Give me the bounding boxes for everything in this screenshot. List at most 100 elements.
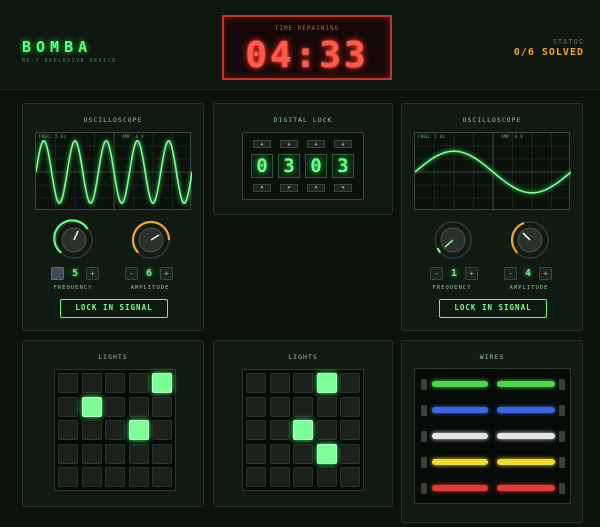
lock-in-signal-button[interactable]: LOCK IN SIGNAL	[439, 299, 547, 318]
digit-4-down-button[interactable]: ▼	[334, 184, 352, 192]
light-cell[interactable]	[58, 467, 78, 487]
light-cell[interactable]	[81, 373, 102, 393]
wire[interactable]	[432, 433, 488, 439]
light-cell[interactable]	[293, 467, 313, 487]
wire[interactable]	[432, 407, 488, 413]
light-cell[interactable]	[293, 443, 313, 464]
light-cell[interactable]	[105, 396, 125, 417]
light-cell[interactable]	[340, 443, 360, 464]
digit-2-down-button[interactable]: ▼	[280, 184, 298, 192]
amplitude-increment-button[interactable]: +	[160, 267, 173, 280]
light-cell[interactable]	[81, 396, 102, 417]
wire[interactable]	[497, 381, 555, 387]
light-cell[interactable]	[316, 396, 337, 417]
status: STATUS 0/6 SOLVED	[514, 38, 584, 58]
digit-4-up-button[interactable]: ▲	[334, 140, 352, 148]
light-cell[interactable]	[316, 373, 337, 393]
amplitude-increment-button[interactable]: +	[539, 267, 552, 280]
light-cell[interactable]	[152, 467, 172, 487]
amplitude-decrement-button[interactable]: -	[125, 267, 138, 280]
light-cell[interactable]	[128, 396, 149, 417]
light-cell[interactable]	[340, 396, 360, 417]
light-cell[interactable]	[81, 443, 102, 464]
light-cell[interactable]	[269, 443, 290, 464]
frequency-value: 1	[450, 268, 458, 279]
light-cell[interactable]	[152, 373, 172, 393]
brand-subtitle: MK-7 EXPLOSIVE DEVICE	[22, 58, 117, 64]
light-cell[interactable]	[105, 467, 125, 487]
light-cell[interactable]	[58, 396, 78, 417]
light-cell[interactable]	[269, 467, 290, 487]
wire-terminal-right	[559, 483, 565, 494]
light-cell[interactable]	[269, 373, 290, 393]
lock-digit-1: 0	[251, 154, 273, 178]
digit-2-up-button[interactable]: ▲	[280, 140, 298, 148]
amplitude-label: AMPLITUDE	[130, 285, 170, 291]
module-title: OSCILLOSCOPE	[83, 116, 143, 124]
light-cell[interactable]	[81, 420, 102, 440]
digit-3-up-button[interactable]: ▲	[307, 140, 325, 148]
frequency-stepper: 5 +	[51, 267, 99, 280]
module-title: LIGHTS	[98, 353, 128, 361]
light-cell[interactable]	[128, 373, 149, 393]
light-cell[interactable]	[152, 396, 172, 417]
light-cell[interactable]	[152, 420, 172, 440]
wire[interactable]	[432, 485, 488, 491]
light-cell[interactable]	[105, 373, 125, 393]
frequency-decrement-button[interactable]	[51, 267, 64, 280]
light-cell[interactable]	[246, 373, 266, 393]
wire[interactable]	[497, 485, 555, 491]
lock-in-signal-button[interactable]: LOCK IN SIGNAL	[60, 299, 168, 318]
frequency-decrement-button[interactable]: -	[430, 267, 443, 280]
light-cell[interactable]	[58, 420, 78, 440]
light-cell[interactable]	[269, 420, 290, 440]
light-cell[interactable]	[246, 396, 266, 417]
lock-digit-4: 3	[332, 154, 354, 178]
light-cell[interactable]	[316, 443, 337, 464]
waveform-svg	[415, 133, 571, 211]
frequency-knob[interactable]	[430, 217, 476, 263]
wire-terminal-left	[421, 457, 427, 468]
amplitude-knob[interactable]	[128, 217, 174, 263]
light-cell[interactable]	[246, 420, 266, 440]
light-cell[interactable]	[340, 373, 360, 393]
amplitude-decrement-button[interactable]: -	[504, 267, 517, 280]
wire[interactable]	[497, 407, 555, 413]
header: BOMBA MK-7 EXPLOSIVE DEVICE TIME REMAINI…	[0, 0, 600, 90]
light-cell[interactable]	[128, 443, 149, 464]
light-cell[interactable]	[293, 396, 313, 417]
light-cell[interactable]	[293, 373, 313, 393]
wire-terminal-left	[421, 405, 427, 416]
digit-3-down-button[interactable]: ▼	[307, 184, 325, 192]
light-cell[interactable]	[105, 420, 125, 440]
light-cell[interactable]	[293, 420, 313, 440]
frequency-knob[interactable]	[51, 217, 97, 263]
wires-module: WIRES	[401, 340, 583, 523]
digit-1-up-button[interactable]: ▲	[253, 140, 271, 148]
digit-1-down-button[interactable]: ▼	[253, 184, 271, 192]
wire[interactable]	[497, 433, 555, 439]
light-cell[interactable]	[128, 467, 149, 487]
wire-terminal-left	[421, 379, 427, 390]
light-cell[interactable]	[316, 467, 337, 487]
wire[interactable]	[497, 459, 555, 465]
wire[interactable]	[432, 381, 488, 387]
light-cell[interactable]	[58, 373, 78, 393]
lock-digit-3: 0	[305, 154, 327, 178]
light-cell[interactable]	[128, 420, 149, 440]
light-cell[interactable]	[340, 467, 360, 487]
light-cell[interactable]	[58, 443, 78, 464]
frequency-increment-button[interactable]: +	[86, 267, 99, 280]
amplitude-value: 6	[145, 268, 153, 279]
light-cell[interactable]	[316, 420, 337, 440]
amplitude-knob[interactable]	[507, 217, 553, 263]
wire[interactable]	[432, 459, 488, 465]
light-cell[interactable]	[269, 396, 290, 417]
light-cell[interactable]	[105, 443, 125, 464]
light-cell[interactable]	[340, 420, 360, 440]
frequency-increment-button[interactable]: +	[465, 267, 478, 280]
light-cell[interactable]	[81, 467, 102, 487]
light-cell[interactable]	[152, 443, 172, 464]
light-cell[interactable]	[246, 467, 266, 487]
light-cell[interactable]	[246, 443, 266, 464]
